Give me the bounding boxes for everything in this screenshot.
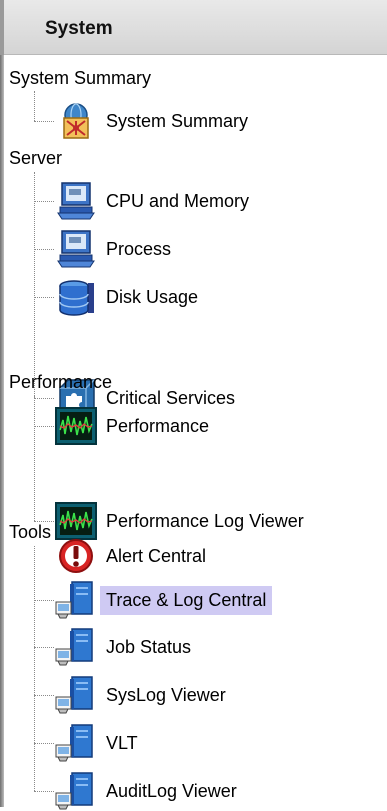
tree-item-auditlog-viewer[interactable]: AuditLog Viewer: [54, 771, 237, 811]
tree-item-label: Performance Log Viewer: [106, 510, 304, 531]
database-icon: [59, 280, 94, 316]
tree-connector: [34, 695, 54, 696]
tree-item-alert-central[interactable]: Alert Central: [54, 536, 206, 576]
tree-connector: [34, 201, 54, 202]
computer-icon: [57, 230, 95, 268]
tree-connector: [34, 546, 35, 791]
tree-category-tools[interactable]: Tools: [9, 522, 51, 543]
server-icon: [55, 676, 93, 714]
tree-item-performance[interactable]: Performance: [54, 406, 209, 446]
tree-item-system-summary[interactable]: System Summary: [54, 101, 248, 141]
tree-connector: [34, 743, 54, 744]
tree-item-label: Process: [106, 238, 172, 259]
tree-connector: [34, 91, 35, 121]
tree-connector: [34, 791, 54, 792]
tree-connector: [34, 249, 54, 250]
server-icon: [55, 628, 93, 666]
tree-item-process[interactable]: Process: [54, 229, 171, 269]
panel-header: System: [0, 0, 387, 55]
tree-item-label: Trace & Log Central: [100, 585, 273, 615]
tree-category-performance[interactable]: Performance: [9, 372, 112, 393]
tree-item-job-status[interactable]: Job Status: [54, 627, 191, 667]
tree-item-label: System Summary: [106, 110, 249, 131]
tree-item-label: Disk Usage: [106, 286, 199, 307]
tree-item-syslog-viewer[interactable]: SysLog Viewer: [54, 675, 226, 715]
server-icon: [55, 772, 93, 810]
alert-icon: [59, 539, 93, 573]
tree-item-vlt[interactable]: VLT: [54, 723, 138, 763]
computer-icon: [57, 182, 95, 220]
tree-item-label: Alert Central: [106, 545, 207, 566]
tree-connector: [34, 172, 35, 398]
tree-item-performance-log-viewer[interactable]: Performance Log Viewer: [54, 501, 304, 541]
tree-connector: [34, 121, 54, 122]
tree-category-server[interactable]: Server: [9, 148, 62, 169]
tree-item-cpu-and-memory[interactable]: CPU and Memory: [54, 181, 249, 221]
tree-connector: [34, 297, 54, 298]
tree-item-label: AuditLog Viewer: [106, 780, 237, 801]
navigation-tree: System Summary System Summary Server CPU…: [0, 55, 387, 810]
tree-item-label: CPU and Memory: [106, 190, 250, 211]
tree-category-system-summary[interactable]: System Summary: [9, 68, 151, 89]
panel-title: System: [45, 18, 113, 39]
tree-connector: [34, 398, 54, 399]
tree-connector: [34, 600, 54, 601]
network-summary-icon: [63, 103, 89, 139]
tree-item-disk-usage[interactable]: Disk Usage: [54, 277, 198, 317]
tree-item-label: SysLog Viewer: [106, 684, 226, 705]
tree-item-label: Performance: [106, 415, 210, 436]
tree-item-label: Job Status: [106, 636, 192, 657]
tree-item-trace-log-central[interactable]: Trace & Log Central: [54, 580, 273, 620]
performance-monitor-icon: [55, 407, 97, 445]
header-edge: [0, 0, 4, 55]
tree-connector: [34, 647, 54, 648]
server-icon: [55, 724, 93, 762]
tree-item-label: VLT: [106, 732, 138, 753]
tree-connector: [34, 426, 54, 427]
performance-monitor-icon: [55, 502, 97, 540]
tree-connector: [34, 396, 35, 521]
server-icon: [55, 581, 93, 619]
